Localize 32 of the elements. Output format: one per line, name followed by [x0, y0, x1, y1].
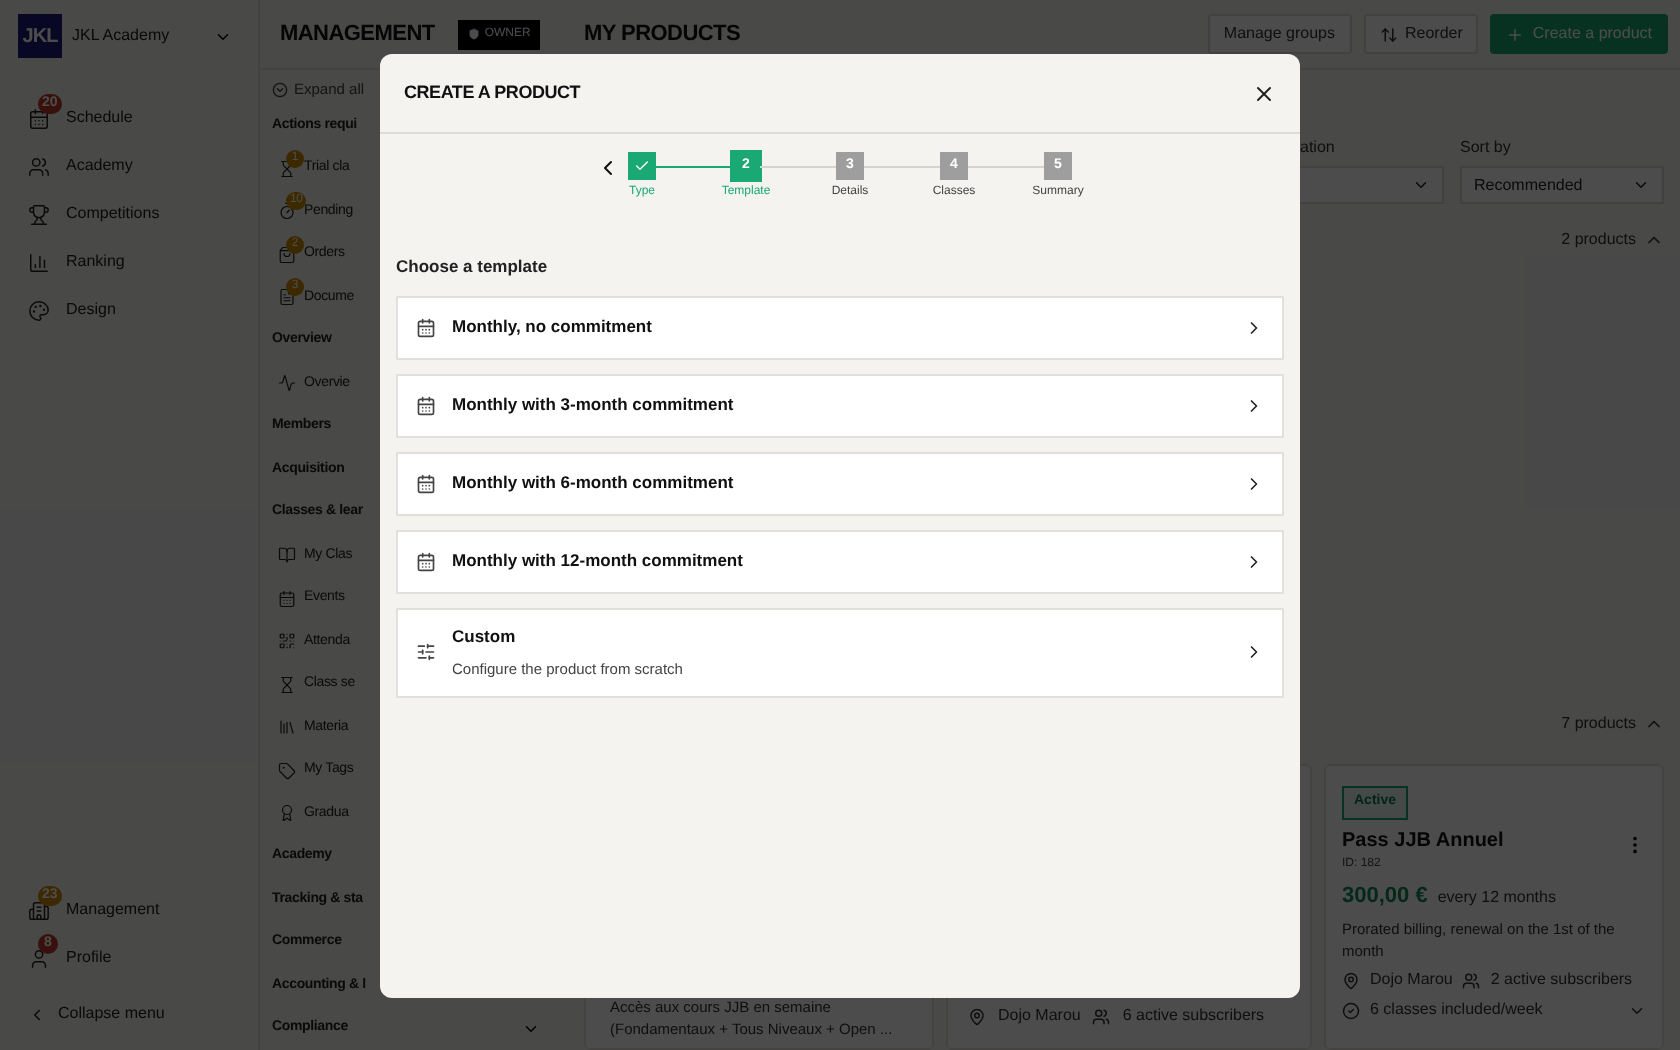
template-title: Monthly, no commitment	[452, 314, 652, 341]
calendar-icon	[416, 317, 436, 338]
subscribers-text: 2 active subscribers	[1490, 968, 1633, 992]
subscribers-text: 6 active subscribers	[1122, 1004, 1265, 1028]
billing-period: every 12 months	[1437, 885, 1556, 909]
academy-name: JKL Academy	[72, 24, 170, 48]
template-option[interactable]: Monthly with 12-month commitment	[396, 529, 1284, 594]
filter-label: Sort by	[1460, 136, 1513, 160]
template-option[interactable]: Monthly with 3-month commitment	[396, 373, 1284, 438]
filter-label: ation	[1298, 136, 1337, 160]
product-price: 300,00 €	[1342, 881, 1428, 911]
calendar-icon	[416, 473, 436, 494]
section-heading: Choose a template	[396, 254, 550, 280]
dialog-title: CREATE A PRODUCT	[404, 79, 581, 106]
template-title: Monthly with 6-month commitment	[452, 470, 734, 497]
template-title: Monthly with 12-month commitment	[452, 548, 743, 575]
location-text: Dojo Marou	[998, 1004, 1081, 1028]
section-title: MANAGEMENT	[280, 19, 435, 50]
template-title: Custom	[452, 624, 518, 650]
step-marker[interactable]	[628, 152, 656, 180]
close-icon[interactable]	[1252, 81, 1276, 105]
calendar-icon	[416, 551, 436, 572]
classes-text: 6 classes included/week	[1370, 998, 1543, 1022]
product-name: Pass JJB Annuel	[1342, 827, 1504, 855]
check-icon	[634, 158, 650, 174]
template-title: Monthly with 3-month commitment	[452, 392, 734, 419]
sliders-icon	[416, 642, 436, 663]
template-option[interactable]: Monthly with 6-month commitment	[396, 451, 1284, 516]
template-option[interactable]: Monthly, no commitment	[396, 295, 1284, 360]
calendar-icon	[416, 395, 436, 416]
page-title: MY PRODUCTS	[584, 19, 741, 50]
location-text: Dojo Marou	[1370, 968, 1453, 992]
